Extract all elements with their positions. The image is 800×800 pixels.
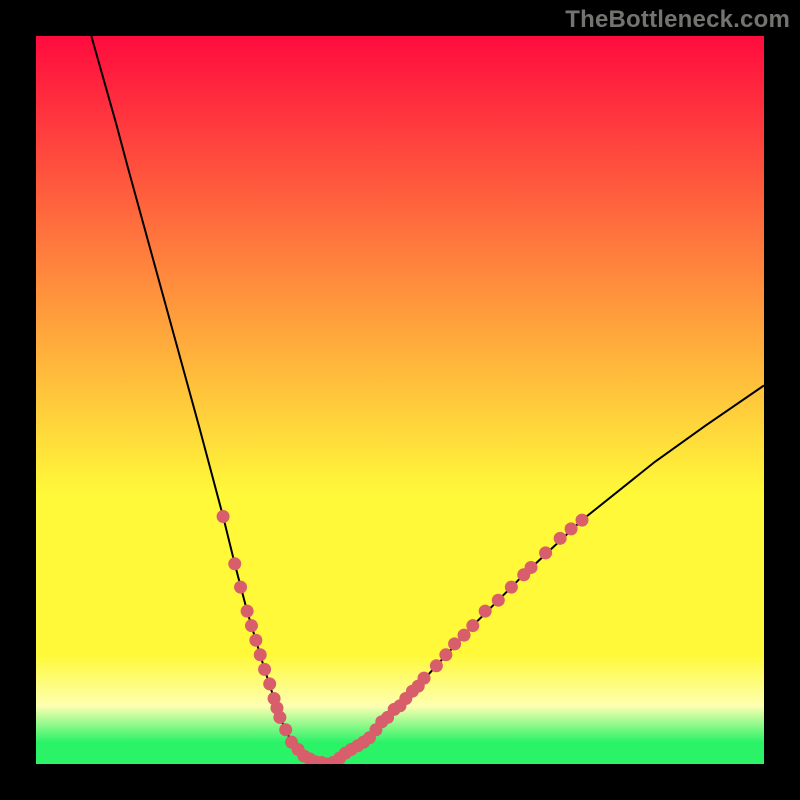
highlight-dot xyxy=(430,659,443,672)
highlight-dot xyxy=(565,522,578,535)
chart-frame xyxy=(36,36,764,764)
highlight-dot xyxy=(254,648,267,661)
highlight-dot xyxy=(576,514,589,527)
highlight-dot xyxy=(479,605,492,618)
highlight-dot xyxy=(466,619,479,632)
highlight-dot xyxy=(279,723,292,736)
highlight-dot xyxy=(492,594,505,607)
highlight-dot xyxy=(418,672,431,685)
highlight-dot xyxy=(217,510,230,523)
watermark-text: TheBottleneck.com xyxy=(565,6,790,34)
highlight-dot xyxy=(554,532,567,545)
highlight-dot xyxy=(273,711,286,724)
highlight-dot xyxy=(249,634,262,647)
highlight-dot xyxy=(525,561,538,574)
highlight-dot xyxy=(245,619,258,632)
highlight-dot xyxy=(539,546,552,559)
gradient-background xyxy=(36,36,764,764)
highlight-dot xyxy=(228,557,241,570)
bottleneck-chart xyxy=(36,36,764,764)
highlight-dot xyxy=(258,663,271,676)
highlight-dot xyxy=(505,581,518,594)
highlight-dot xyxy=(439,648,452,661)
highlight-dot xyxy=(241,605,254,618)
highlight-dot xyxy=(234,581,247,594)
highlight-dot xyxy=(263,677,276,690)
